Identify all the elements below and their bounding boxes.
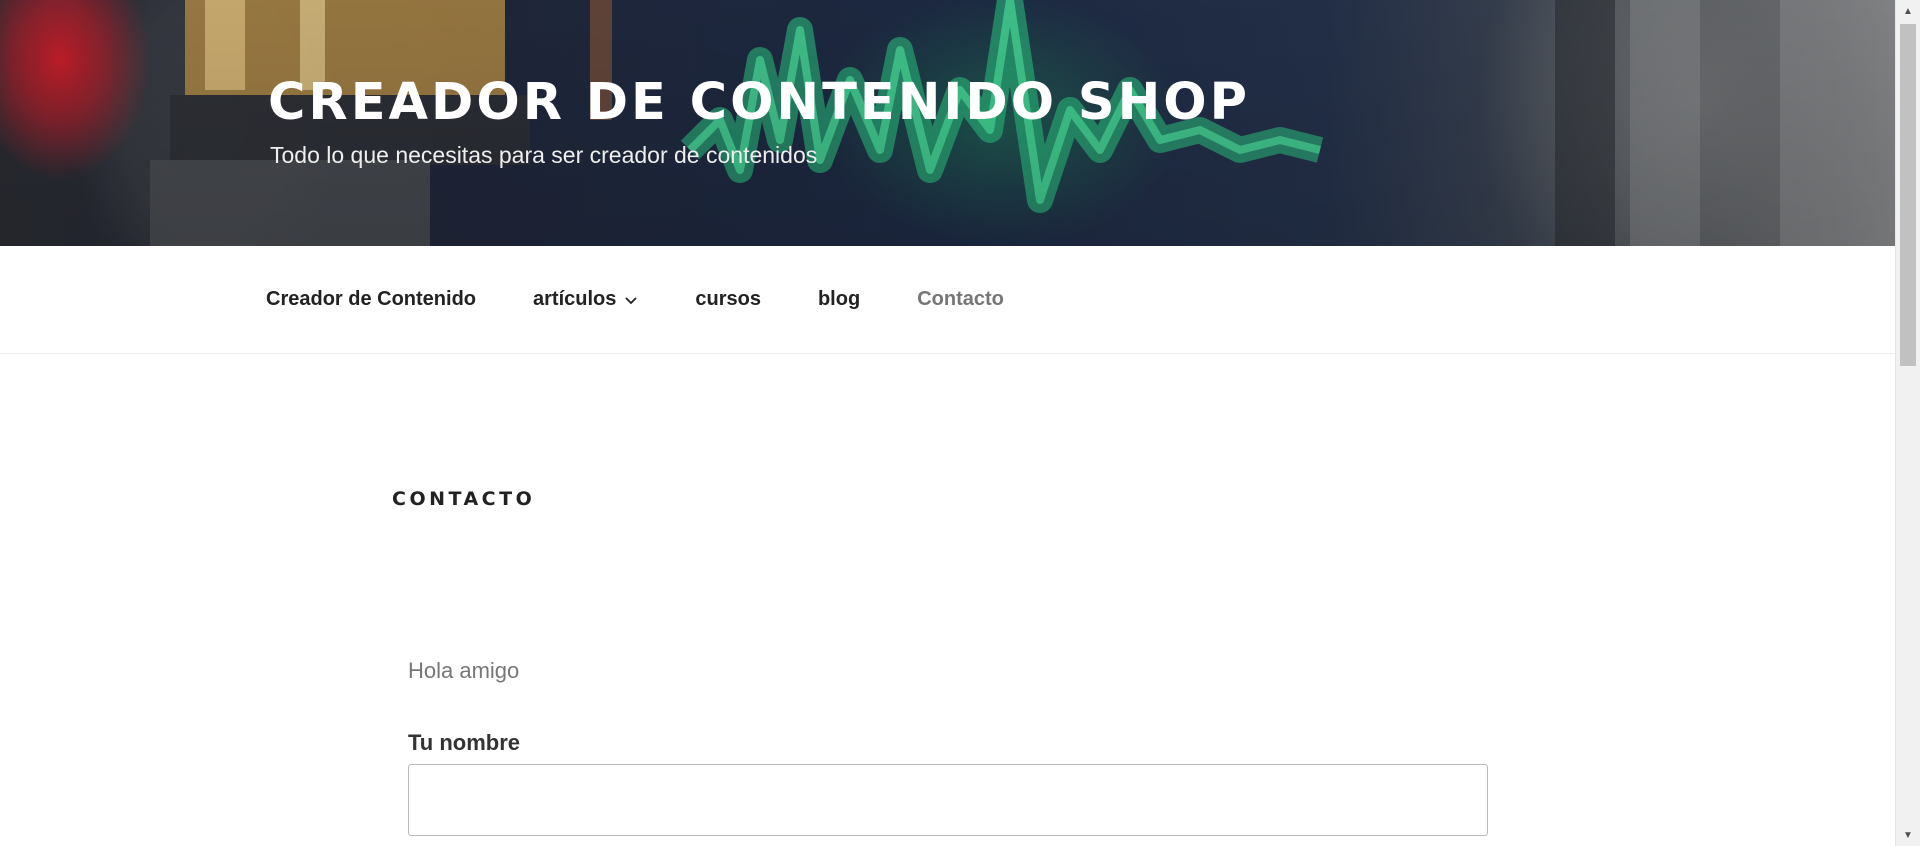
nav-item-articulos[interactable]: artículos (533, 288, 638, 311)
nav-menu: Creador de Contenido artículos cursos bl… (266, 246, 1061, 353)
nav-item-contacto[interactable]: Contacto (917, 288, 1004, 311)
nav-item-label: blog (817, 288, 861, 310)
page-viewport: CREADOR DE CONTENIDO SHOP Todo lo que ne… (0, 0, 1895, 846)
nav-item-cursos[interactable]: cursos (695, 288, 761, 311)
chevron-down-icon (625, 296, 638, 304)
nav-item-label: Creador de Contenido (266, 288, 477, 310)
name-field[interactable] (408, 764, 1488, 836)
main-navigation: Creador de Contenido artículos cursos bl… (0, 246, 1895, 354)
nav-item-blog[interactable]: blog (818, 288, 860, 311)
nav-item-label: cursos (695, 288, 761, 310)
intro-text: Hola amigo (408, 658, 520, 683)
scroll-up-arrow-icon[interactable]: ▲ (1896, 0, 1920, 22)
name-field-label: Tu nombre (408, 730, 521, 755)
nav-item-creador-de-contenido[interactable]: Creador de Contenido (266, 288, 476, 311)
site-description: Todo lo que necesitas para ser creador d… (270, 142, 818, 168)
nav-item-label: artículos (533, 288, 617, 310)
browser-page: CREADOR DE CONTENIDO SHOP Todo lo que ne… (0, 0, 1920, 846)
main-content: CONTACTO Hola amigo Tu nombre (0, 354, 1895, 846)
site-header: CREADOR DE CONTENIDO SHOP Todo lo que ne… (0, 0, 1895, 246)
scroll-down-arrow-icon[interactable]: ▼ (1896, 824, 1920, 846)
page-title: CONTACTO (392, 488, 536, 510)
site-branding: CREADOR DE CONTENIDO SHOP Todo lo que ne… (268, 70, 1250, 170)
site-title[interactable]: CREADOR DE CONTENIDO SHOP (268, 70, 1250, 136)
scrollbar-thumb[interactable] (1900, 24, 1916, 366)
vertical-scrollbar[interactable]: ▲ ▼ (1895, 0, 1920, 846)
nav-item-label: Contacto (917, 288, 1004, 310)
